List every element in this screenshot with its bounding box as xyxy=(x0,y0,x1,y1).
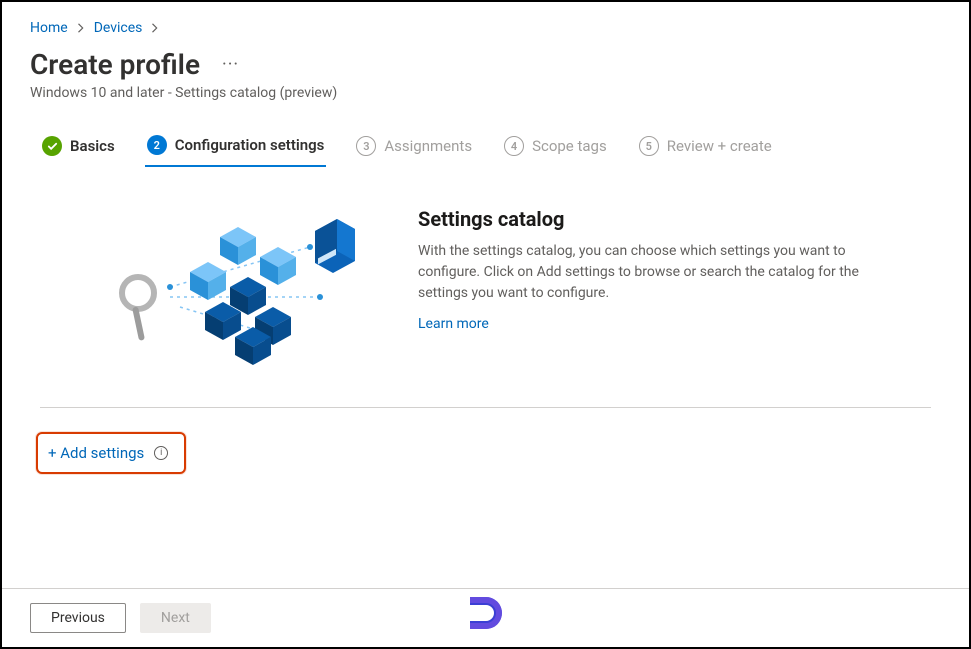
page-title: Create profile xyxy=(30,48,200,81)
next-button: Next xyxy=(140,603,211,633)
catalog-description: With the settings catalog, you can choos… xyxy=(418,241,878,304)
settings-catalog-illustration xyxy=(110,207,370,367)
info-icon[interactable]: i xyxy=(154,446,168,460)
catalog-heading: Settings catalog xyxy=(418,207,878,231)
check-icon xyxy=(42,136,62,156)
breadcrumb: Home Devices xyxy=(30,20,941,36)
tab-configuration-settings[interactable]: 2 Configuration settings xyxy=(145,129,327,167)
tab-label: Basics xyxy=(70,137,115,155)
tab-scope-tags[interactable]: 4 Scope tags xyxy=(502,130,609,166)
step-number-icon: 5 xyxy=(639,136,659,156)
learn-more-link[interactable]: Learn more xyxy=(418,316,489,332)
previous-button[interactable]: Previous xyxy=(30,603,126,633)
page-subtitle: Windows 10 and later - Settings catalog … xyxy=(30,85,941,101)
chevron-right-icon xyxy=(76,23,86,33)
step-number-icon: 3 xyxy=(356,136,376,156)
breadcrumb-home[interactable]: Home xyxy=(30,20,68,36)
chevron-right-icon xyxy=(150,23,160,33)
tab-label: Configuration settings xyxy=(175,136,325,154)
add-settings-label: + Add settings xyxy=(48,444,144,462)
step-number-icon: 2 xyxy=(147,135,167,155)
tab-label: Review + create xyxy=(667,137,772,155)
add-settings-button[interactable]: + Add settings xyxy=(48,444,144,462)
more-actions-button[interactable]: ··· xyxy=(216,52,245,78)
tab-basics[interactable]: Basics xyxy=(40,130,117,166)
breadcrumb-devices[interactable]: Devices xyxy=(94,20,143,36)
tab-label: Assignments xyxy=(384,137,472,155)
tab-label: Scope tags xyxy=(532,137,607,155)
tab-assignments[interactable]: 3 Assignments xyxy=(354,130,474,166)
divider xyxy=(40,407,931,408)
add-settings-highlight: + Add settings i xyxy=(36,432,186,474)
wizard-steps: Basics 2 Configuration settings 3 Assign… xyxy=(30,129,941,167)
step-number-icon: 4 xyxy=(504,136,524,156)
tab-review-create[interactable]: 5 Review + create xyxy=(637,130,774,166)
watermark-logo xyxy=(462,589,510,641)
